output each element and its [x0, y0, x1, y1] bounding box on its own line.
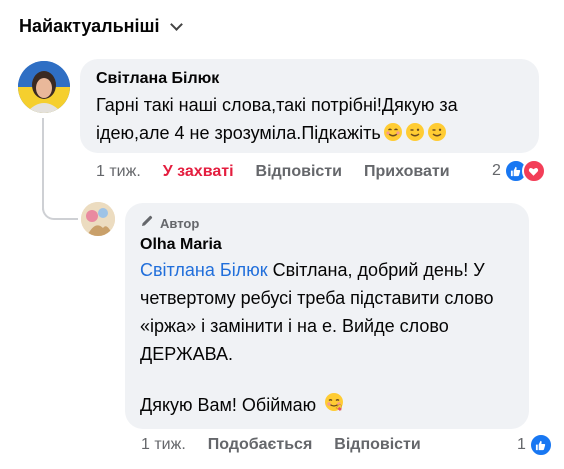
- reaction-summary[interactable]: 1: [517, 433, 553, 457]
- hide-button[interactable]: Приховати: [364, 163, 450, 181]
- love-reaction-icon: [521, 159, 546, 183]
- reaction-button[interactable]: У захваті: [163, 163, 234, 181]
- comment-text-body: Гарні такі наші слова,такі потрібні!Дяку…: [96, 95, 458, 143]
- thread-line-curve: [42, 204, 78, 220]
- blush-emoji-icon: [383, 122, 403, 142]
- comment-author[interactable]: Світлана Білюк: [96, 70, 219, 88]
- comment-actions: 1 тиж. Подобається Відповісти: [141, 436, 421, 454]
- comment-text: Гарні такі наші слова,такі потрібні!Дяку…: [96, 91, 536, 147]
- wink-emoji-icon: [427, 122, 447, 142]
- author-badge-label: Автор: [160, 216, 200, 231]
- avatar[interactable]: [81, 202, 115, 236]
- mention-link[interactable]: Світлана Білюк: [140, 260, 268, 280]
- reply-button[interactable]: Відповісти: [256, 163, 342, 181]
- wink-emoji-icon: [405, 122, 425, 142]
- sort-dropdown[interactable]: Найактуальніші: [19, 16, 183, 37]
- comment-actions: 1 тиж. У захваті Відповісти Приховати: [96, 163, 450, 181]
- reaction-count: 1: [517, 436, 526, 453]
- author-badge: Автор: [140, 214, 199, 233]
- avatar[interactable]: [18, 61, 70, 113]
- comment-timestamp[interactable]: 1 тиж.: [141, 436, 186, 454]
- comment-thanks: Дякую Вам! Обіймаю: [140, 395, 317, 415]
- chevron-down-icon: [169, 18, 183, 31]
- thread-line: [42, 118, 44, 210]
- pencil-icon: [140, 214, 154, 233]
- comment-text: Світлана Білюк Світлана, добрий день! У …: [140, 256, 528, 368]
- sort-label: Найактуальніші: [19, 16, 160, 36]
- like-button[interactable]: Подобається: [208, 436, 313, 454]
- reaction-summary[interactable]: 2: [492, 159, 546, 183]
- reaction-count: 2: [492, 162, 501, 179]
- comment-text-line: Дякую Вам! Обіймаю: [140, 391, 344, 419]
- comment-author[interactable]: Olha Maria: [140, 236, 222, 254]
- hugging-face-emoji-icon: [323, 392, 344, 412]
- comment-timestamp[interactable]: 1 тиж.: [96, 163, 141, 181]
- like-reaction-icon: [528, 433, 553, 457]
- reply-button[interactable]: Відповісти: [334, 436, 420, 454]
